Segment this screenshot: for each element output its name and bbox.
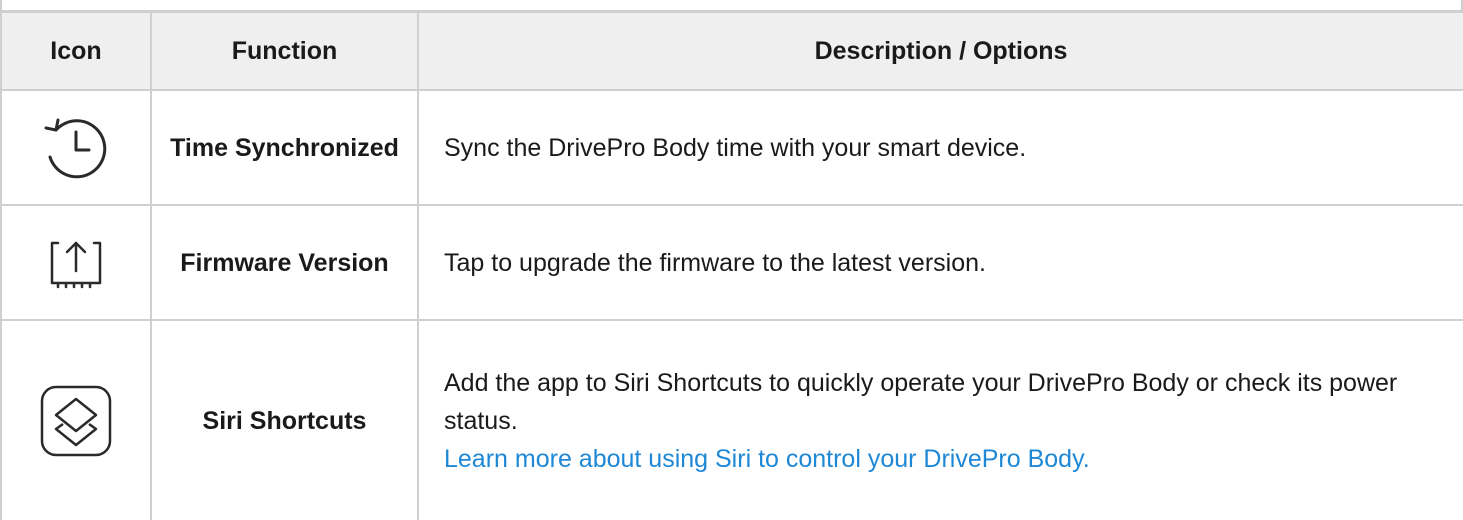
function-name: Time Synchronized [150, 89, 419, 206]
column-header-description: Description / Options [417, 11, 1463, 91]
column-header-function: Function [150, 11, 419, 91]
function-description: Sync the DrivePro Body time with your sm… [417, 89, 1463, 206]
function-name: Firmware Version [150, 204, 419, 321]
icon-cell [0, 89, 152, 206]
icon-cell [0, 319, 152, 520]
icon-cell [0, 204, 152, 321]
function-description-cell: Add the app to Siri Shortcuts to quickly… [417, 319, 1463, 520]
function-description: Tap to upgrade the firmware to the lates… [417, 204, 1463, 321]
siri-shortcuts-icon [3, 381, 149, 461]
table-row: Firmware Version Tap to upgrade the firm… [0, 204, 1463, 321]
table-header-row: Icon Function Description / Options [0, 11, 1463, 91]
function-name: Siri Shortcuts [150, 319, 419, 520]
upload-arrow-icon [3, 223, 149, 303]
function-table: Icon Function Description / Options Time… [0, 11, 1463, 520]
table-row: Siri Shortcuts Add the app to Siri Short… [0, 319, 1463, 520]
column-header-icon: Icon [0, 11, 152, 91]
table-row: Time Synchronized Sync the DrivePro Body… [0, 89, 1463, 206]
function-description: Add the app to Siri Shortcuts to quickly… [444, 368, 1398, 435]
history-clock-icon [3, 108, 149, 188]
learn-more-link[interactable]: Learn more about using Siri to control y… [444, 440, 1443, 478]
